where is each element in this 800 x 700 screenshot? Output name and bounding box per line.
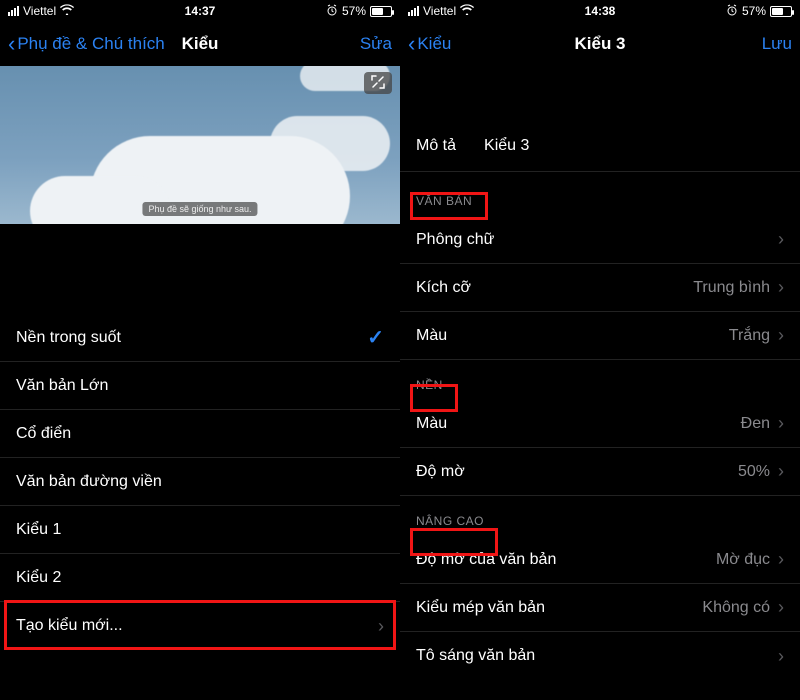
section-header-label: NỀN (416, 378, 443, 392)
chevron-right-icon: › (778, 325, 784, 346)
clock-label: 14:38 (400, 4, 800, 18)
back-button[interactable]: ‹ Phụ đề & Chú thích (8, 33, 165, 55)
save-button[interactable]: Lưu (762, 34, 792, 54)
list-item-label: Nền trong suốt (16, 329, 121, 347)
row-bg-color[interactable]: Màu Đen › (400, 400, 800, 448)
chevron-right-icon: › (778, 229, 784, 250)
list-item-label: Cổ điển (16, 425, 71, 443)
row-text-opacity[interactable]: Độ mờ của văn bản Mờ đục › (400, 536, 800, 584)
expand-button[interactable] (364, 72, 392, 94)
section-header-advanced: NÂNG CAO (400, 496, 800, 536)
caption-sample: Phụ đề sẽ giống như sau. (142, 202, 257, 216)
chevron-right-icon: › (778, 646, 784, 667)
row-label: Màu (416, 415, 447, 433)
subtitle-preview: Phụ đề sẽ giống như sau. (0, 66, 400, 284)
create-new-style[interactable]: Tạo kiểu mới... › (0, 602, 400, 650)
style-option-2[interactable]: Kiểu 2 (0, 554, 400, 602)
expand-icon (371, 75, 385, 92)
chevron-right-icon: › (778, 413, 784, 434)
row-font[interactable]: Phông chữ › (400, 216, 800, 264)
chevron-right-icon: › (778, 597, 784, 618)
battery-icon (370, 6, 392, 17)
description-value: Kiểu 3 (484, 137, 529, 155)
row-label: Kích cỡ (416, 279, 471, 297)
clock-label: 14:37 (0, 4, 400, 18)
row-edge-style[interactable]: Kiểu mép văn bản Không có › (400, 584, 800, 632)
chevron-right-icon: › (778, 461, 784, 482)
chevron-right-icon: › (778, 277, 784, 298)
row-value: Mờ đục (716, 551, 770, 569)
row-label: Phông chữ (416, 231, 494, 249)
row-value: Không có (702, 599, 770, 617)
row-text-color[interactable]: Màu Trắng › (400, 312, 800, 360)
list-item-label: Kiểu 1 (16, 521, 61, 539)
row-label: Độ mờ của văn bản (416, 551, 556, 569)
row-bg-opacity[interactable]: Độ mờ 50% › (400, 448, 800, 496)
style-option-classic[interactable]: Cổ điển (0, 410, 400, 458)
row-label: Màu (416, 327, 447, 345)
list-item-label: Văn bản đường viền (16, 473, 162, 491)
style-option-outlined[interactable]: Văn bản đường viền (0, 458, 400, 506)
phone-right: Viettel 14:38 57% ‹ Kiểu Kiểu 3 Lưu Mô t… (400, 0, 800, 700)
nav-bar: ‹ Kiểu Kiểu 3 Lưu (400, 22, 800, 66)
page-title: Kiểu 3 (400, 34, 800, 54)
row-value: Trắng (729, 327, 770, 345)
list-item-label: Văn bản Lớn (16, 377, 108, 395)
section-header-text: VĂN BẢN (400, 172, 800, 216)
row-size[interactable]: Kích cỡ Trung bình › (400, 264, 800, 312)
back-label: Kiểu (417, 34, 451, 54)
checkmark-icon: ✓ (367, 325, 384, 350)
row-value: 50% (738, 463, 770, 481)
list-item-label: Kiểu 2 (16, 569, 61, 587)
style-option-large-text[interactable]: Văn bản Lớn (0, 362, 400, 410)
row-label: Độ mờ (416, 463, 465, 481)
chevron-right-icon: › (378, 616, 384, 637)
preview-image (0, 66, 400, 224)
status-bar: Viettel 14:37 57% (0, 0, 400, 22)
section-header-background: NỀN (400, 360, 800, 400)
style-option-transparent[interactable]: Nền trong suốt ✓ (0, 314, 400, 362)
description-label: Mô tả (416, 137, 456, 155)
battery-icon (770, 6, 792, 17)
phone-left: Viettel 14:37 57% ‹ Phụ đề & Chú thích K… (0, 0, 400, 700)
row-value: Trung bình (693, 279, 770, 297)
edit-button[interactable]: Sửa (360, 34, 392, 54)
list-item-label: Tạo kiểu mới... (16, 617, 123, 635)
section-header-label: VĂN BẢN (416, 194, 472, 208)
chevron-left-icon: ‹ (408, 33, 415, 55)
back-button[interactable]: ‹ Kiểu (408, 33, 451, 55)
chevron-right-icon: › (778, 549, 784, 570)
nav-bar: ‹ Phụ đề & Chú thích Kiểu Sửa (0, 22, 400, 66)
chevron-left-icon: ‹ (8, 33, 15, 55)
section-header-label: NÂNG CAO (416, 514, 484, 528)
style-option-1[interactable]: Kiểu 1 (0, 506, 400, 554)
description-row[interactable]: Mô tả Kiểu 3 (400, 120, 800, 172)
row-label: Tô sáng văn bản (416, 647, 535, 665)
row-value: Đen (741, 415, 770, 433)
status-bar: Viettel 14:38 57% (400, 0, 800, 22)
row-highlight[interactable]: Tô sáng văn bản › (400, 632, 800, 680)
style-list: Nền trong suốt ✓ Văn bản Lớn Cổ điển Văn… (0, 314, 400, 650)
row-label: Kiểu mép văn bản (416, 599, 545, 617)
back-label: Phụ đề & Chú thích (17, 34, 164, 54)
